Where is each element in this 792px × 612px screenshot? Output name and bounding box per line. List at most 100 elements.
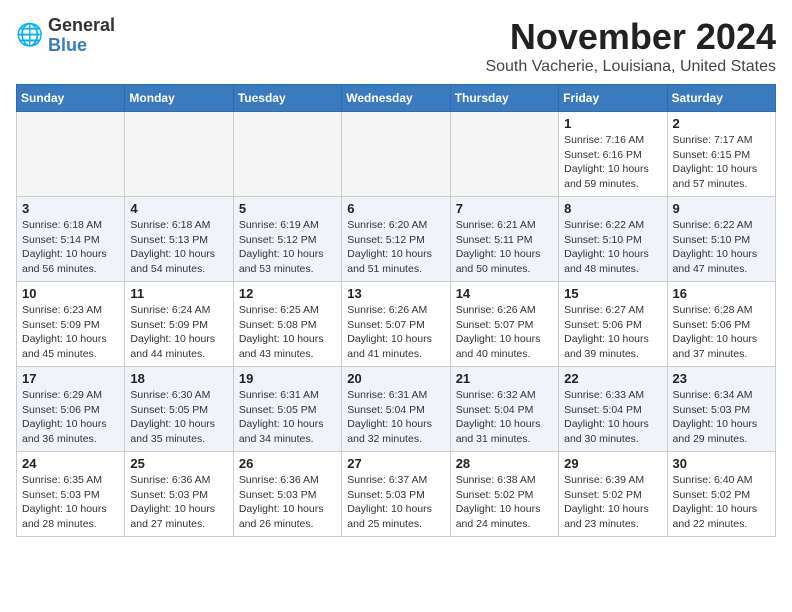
day-info: Sunrise: 6:39 AM Sunset: 5:02 PM Dayligh… — [564, 473, 661, 532]
day-cell: 7 Sunrise: 6:21 AM Sunset: 5:11 PM Daylig… — [450, 197, 558, 282]
title-area: November 2024 South Vacherie, Louisiana,… — [485, 16, 776, 76]
svg-text:🌐: 🌐 — [16, 22, 43, 47]
day-number: 6 — [347, 201, 444, 216]
day-info: Sunrise: 6:24 AM Sunset: 5:09 PM Dayligh… — [130, 303, 227, 362]
logo-blue: Blue — [48, 36, 115, 56]
weekday-header-friday: Friday — [559, 85, 667, 112]
day-number: 20 — [347, 371, 444, 386]
day-info: Sunrise: 6:36 AM Sunset: 5:03 PM Dayligh… — [239, 473, 336, 532]
day-info: Sunrise: 6:31 AM Sunset: 5:04 PM Dayligh… — [347, 388, 444, 447]
day-info: Sunrise: 6:18 AM Sunset: 5:13 PM Dayligh… — [130, 218, 227, 277]
day-number: 5 — [239, 201, 336, 216]
day-info: Sunrise: 6:31 AM Sunset: 5:05 PM Dayligh… — [239, 388, 336, 447]
week-row-1: 1 Sunrise: 7:16 AM Sunset: 6:16 PM Daylig… — [17, 112, 776, 197]
day-info: Sunrise: 6:34 AM Sunset: 5:03 PM Dayligh… — [673, 388, 770, 447]
day-info: Sunrise: 6:25 AM Sunset: 5:08 PM Dayligh… — [239, 303, 336, 362]
calendar-table: SundayMondayTuesdayWednesdayThursdayFrid… — [16, 84, 776, 537]
day-cell — [450, 112, 558, 197]
day-number: 26 — [239, 456, 336, 471]
day-number: 12 — [239, 286, 336, 301]
day-number: 17 — [22, 371, 119, 386]
day-number: 3 — [22, 201, 119, 216]
day-cell: 14 Sunrise: 6:26 AM Sunset: 5:07 PM Dayli… — [450, 282, 558, 367]
day-cell — [125, 112, 233, 197]
day-number: 9 — [673, 201, 770, 216]
weekday-header-tuesday: Tuesday — [233, 85, 341, 112]
day-number: 28 — [456, 456, 553, 471]
weekday-header-monday: Monday — [125, 85, 233, 112]
day-cell: 17 Sunrise: 6:29 AM Sunset: 5:06 PM Dayli… — [17, 367, 125, 452]
logo: 🌐 General Blue — [16, 16, 115, 56]
week-row-2: 3 Sunrise: 6:18 AM Sunset: 5:14 PM Daylig… — [17, 197, 776, 282]
day-cell: 6 Sunrise: 6:20 AM Sunset: 5:12 PM Daylig… — [342, 197, 450, 282]
day-cell: 4 Sunrise: 6:18 AM Sunset: 5:13 PM Daylig… — [125, 197, 233, 282]
day-number: 14 — [456, 286, 553, 301]
page-header: 🌐 General Blue November 2024 South Vache… — [16, 16, 776, 76]
day-info: Sunrise: 6:26 AM Sunset: 5:07 PM Dayligh… — [347, 303, 444, 362]
day-cell: 8 Sunrise: 6:22 AM Sunset: 5:10 PM Daylig… — [559, 197, 667, 282]
day-number: 27 — [347, 456, 444, 471]
day-info: Sunrise: 6:37 AM Sunset: 5:03 PM Dayligh… — [347, 473, 444, 532]
day-cell: 19 Sunrise: 6:31 AM Sunset: 5:05 PM Dayli… — [233, 367, 341, 452]
day-cell: 13 Sunrise: 6:26 AM Sunset: 5:07 PM Dayli… — [342, 282, 450, 367]
day-number: 21 — [456, 371, 553, 386]
day-info: Sunrise: 6:40 AM Sunset: 5:02 PM Dayligh… — [673, 473, 770, 532]
day-cell: 3 Sunrise: 6:18 AM Sunset: 5:14 PM Daylig… — [17, 197, 125, 282]
day-cell: 25Sunrise: 6:36 AM Sunset: 5:03 PM Dayli… — [125, 452, 233, 537]
day-info: Sunrise: 6:26 AM Sunset: 5:07 PM Dayligh… — [456, 303, 553, 362]
day-info: Sunrise: 6:21 AM Sunset: 5:11 PM Dayligh… — [456, 218, 553, 277]
day-number: 8 — [564, 201, 661, 216]
day-number: 30 — [673, 456, 770, 471]
day-info: Sunrise: 6:30 AM Sunset: 5:05 PM Dayligh… — [130, 388, 227, 447]
day-number: 1 — [564, 116, 661, 131]
day-info: Sunrise: 6:33 AM Sunset: 5:04 PM Dayligh… — [564, 388, 661, 447]
day-number: 18 — [130, 371, 227, 386]
day-info: Sunrise: 6:20 AM Sunset: 5:12 PM Dayligh… — [347, 218, 444, 277]
day-cell: 16Sunrise: 6:28 AM Sunset: 5:06 PM Dayli… — [667, 282, 775, 367]
day-cell: 20 Sunrise: 6:31 AM Sunset: 5:04 PM Dayli… — [342, 367, 450, 452]
day-info: Sunrise: 6:19 AM Sunset: 5:12 PM Dayligh… — [239, 218, 336, 277]
weekday-header-wednesday: Wednesday — [342, 85, 450, 112]
week-row-4: 17 Sunrise: 6:29 AM Sunset: 5:06 PM Dayli… — [17, 367, 776, 452]
logo-general: General — [48, 16, 115, 36]
day-number: 19 — [239, 371, 336, 386]
day-cell: 24 Sunrise: 6:35 AM Sunset: 5:03 PM Dayli… — [17, 452, 125, 537]
day-number: 29 — [564, 456, 661, 471]
day-info: Sunrise: 6:32 AM Sunset: 5:04 PM Dayligh… — [456, 388, 553, 447]
day-cell: 26 Sunrise: 6:36 AM Sunset: 5:03 PM Dayli… — [233, 452, 341, 537]
day-info: Sunrise: 6:23 AM Sunset: 5:09 PM Dayligh… — [22, 303, 119, 362]
day-number: 4 — [130, 201, 227, 216]
weekday-header-sunday: Sunday — [17, 85, 125, 112]
day-number: 7 — [456, 201, 553, 216]
weekday-header-row: SundayMondayTuesdayWednesdayThursdayFrid… — [17, 85, 776, 112]
day-number: 24 — [22, 456, 119, 471]
day-cell: 10 Sunrise: 6:23 AM Sunset: 5:09 PM Dayli… — [17, 282, 125, 367]
day-info: Sunrise: 7:16 AM Sunset: 6:16 PM Dayligh… — [564, 133, 661, 192]
day-number: 23 — [673, 371, 770, 386]
day-cell — [342, 112, 450, 197]
logo-text: General Blue — [48, 16, 115, 56]
location-title: South Vacherie, Louisiana, United States — [485, 58, 776, 76]
day-number: 13 — [347, 286, 444, 301]
day-cell: 21 Sunrise: 6:32 AM Sunset: 5:04 PM Dayli… — [450, 367, 558, 452]
day-cell: 22 Sunrise: 6:33 AM Sunset: 5:04 PM Dayli… — [559, 367, 667, 452]
week-row-3: 10 Sunrise: 6:23 AM Sunset: 5:09 PM Dayli… — [17, 282, 776, 367]
day-cell: 18 Sunrise: 6:30 AM Sunset: 5:05 PM Dayli… — [125, 367, 233, 452]
weekday-header-thursday: Thursday — [450, 85, 558, 112]
day-info: Sunrise: 6:29 AM Sunset: 5:06 PM Dayligh… — [22, 388, 119, 447]
day-cell: 29 Sunrise: 6:39 AM Sunset: 5:02 PM Dayli… — [559, 452, 667, 537]
day-info: Sunrise: 7:17 AM Sunset: 6:15 PM Dayligh… — [673, 133, 770, 192]
day-number: 25 — [130, 456, 227, 471]
day-cell: 5 Sunrise: 6:19 AM Sunset: 5:12 PM Daylig… — [233, 197, 341, 282]
day-info: Sunrise: 6:22 AM Sunset: 5:10 PM Dayligh… — [673, 218, 770, 277]
day-number: 22 — [564, 371, 661, 386]
day-number: 10 — [22, 286, 119, 301]
day-info: Sunrise: 6:22 AM Sunset: 5:10 PM Dayligh… — [564, 218, 661, 277]
day-number: 11 — [130, 286, 227, 301]
week-row-5: 24 Sunrise: 6:35 AM Sunset: 5:03 PM Dayli… — [17, 452, 776, 537]
day-info: Sunrise: 6:18 AM Sunset: 5:14 PM Dayligh… — [22, 218, 119, 277]
day-cell: 23 Sunrise: 6:34 AM Sunset: 5:03 PM Dayli… — [667, 367, 775, 452]
day-info: Sunrise: 6:35 AM Sunset: 5:03 PM Dayligh… — [22, 473, 119, 532]
day-info: Sunrise: 6:28 AM Sunset: 5:06 PM Dayligh… — [673, 303, 770, 362]
month-title: November 2024 — [485, 16, 776, 58]
